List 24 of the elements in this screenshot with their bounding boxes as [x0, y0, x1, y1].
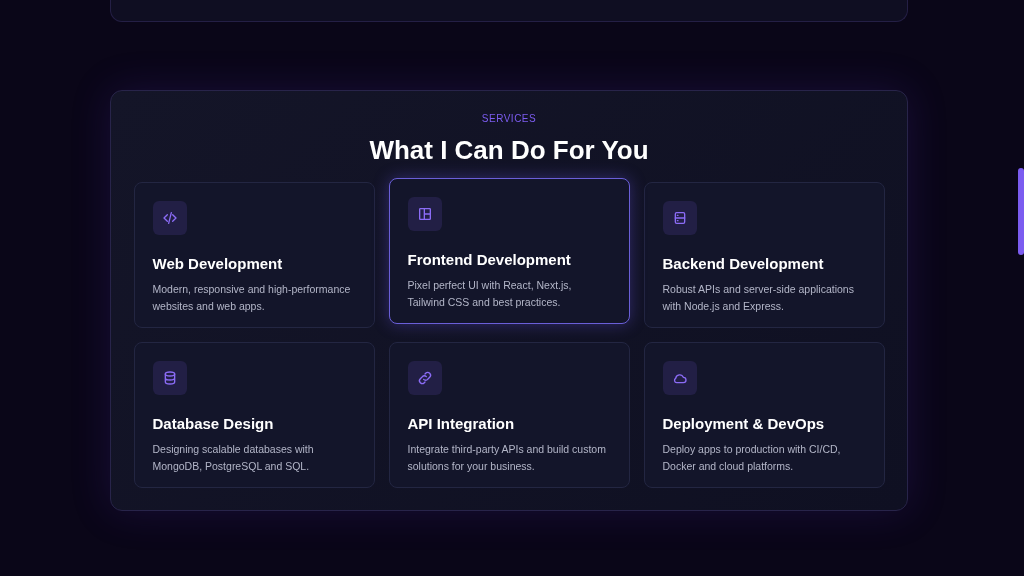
- service-title: Web Development: [152, 255, 284, 273]
- service-card[interactable]: Database Design Designing scalable databases with MongoDB, PostgreSQL and SQL.: [133, 342, 375, 488]
- service-card[interactable]: Deployment & DevOps Deploy apps to production with CI/CD, Docker and cloud platforms.: [643, 342, 885, 488]
- service-description: Deploy apps to production with CI/CD, Docker and cloud platforms.: [662, 442, 842, 474]
- section-title: What I Can Do For You: [369, 134, 649, 166]
- scrollbar-thumb[interactable]: [1018, 168, 1024, 255]
- code-icon: [161, 210, 178, 226]
- service-card[interactable]: API Integration Integrate third-party APIs and build custom solutions for your business.: [388, 342, 630, 488]
- service-description: Integrate third-party APIs and build custom solutions for your business.: [407, 442, 607, 474]
- service-description: Robust APIs and server-side applications with Node.js and Express.: [662, 282, 855, 314]
- service-title: Deployment & DevOps: [662, 415, 826, 433]
- service-card[interactable]: Frontend Development Pixel perfect UI with React, Next.js, Tailwind CSS and best practices.: [388, 178, 630, 324]
- service-card[interactable]: Web Development Modern, responsive and high-performance websites and web apps.: [133, 182, 375, 328]
- link-icon: [416, 370, 433, 386]
- service-description: Modern, responsive and high-performance websites and web apps.: [152, 282, 352, 314]
- service-description: Pixel perfect UI with React, Next.js, Tailwind CSS and best practices.: [407, 278, 573, 310]
- service-title: Frontend Development: [407, 251, 572, 269]
- service-title: Backend Development: [662, 255, 825, 273]
- service-card[interactable]: Backend Development Robust APIs and server-side applications with Node.js and Express.: [643, 182, 885, 328]
- section-eyebrow: SERVICES: [481, 113, 537, 125]
- layout-icon: [416, 206, 433, 222]
- service-title: API Integration: [407, 415, 516, 433]
- service-description: Designing scalable databases with MongoDB, PostgreSQL and SQL.: [152, 442, 315, 474]
- service-title: Database Design: [152, 415, 275, 433]
